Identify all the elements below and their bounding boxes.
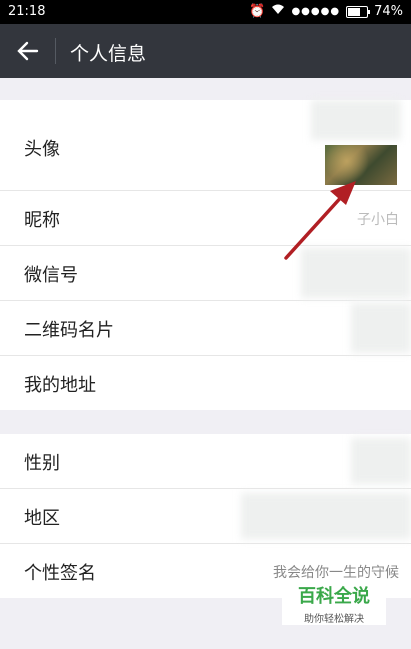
watermark: 百科全说 助你轻松解决 — [282, 579, 386, 625]
watermark-title: 百科全说 — [298, 586, 370, 607]
watermark-subtitle: 助你轻松解决 — [304, 614, 364, 625]
annotation-arrow-icon — [284, 181, 356, 260]
